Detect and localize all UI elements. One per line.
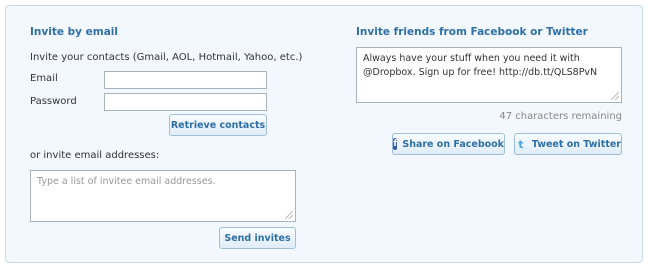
invitee-addresses-placeholder: Type a list of invitee email addresses. <box>37 176 216 187</box>
tweet-on-twitter-label: Tweet on Twitter <box>531 138 621 150</box>
retrieve-contacts-button[interactable]: Retrieve contacts <box>169 114 267 136</box>
password-label: Password <box>30 96 77 107</box>
invitee-addresses-textarea[interactable]: Type a list of invitee email addresses. <box>30 170 296 222</box>
email-label: Email <box>30 73 58 84</box>
contacts-intro-text: Invite your contacts (Gmail, AOL, Hotmai… <box>30 52 303 63</box>
share-message-textarea[interactable]: Always have your stuff when you need it … <box>356 47 622 103</box>
password-field[interactable] <box>104 93 267 111</box>
share-on-facebook-label: Share on Facebook <box>402 138 504 150</box>
characters-remaining: 47 characters remaining <box>499 111 622 122</box>
facebook-icon: f <box>393 138 398 150</box>
send-invites-button[interactable]: Send invites <box>219 227 296 249</box>
invite-social-title: Invite friends from Facebook or Twitter <box>356 26 588 38</box>
email-field[interactable] <box>104 71 267 89</box>
or-invite-label: or invite email addresses: <box>30 150 160 161</box>
tweet-on-twitter-button[interactable]: t Tweet on Twitter <box>514 133 622 155</box>
share-message-text: Always have your stuff when you need it … <box>363 53 598 78</box>
resize-grip-icon[interactable] <box>611 92 619 100</box>
share-on-facebook-button[interactable]: f Share on Facebook <box>392 133 505 155</box>
twitter-icon: t <box>518 137 524 151</box>
invite-by-email-title: Invite by email <box>30 26 118 38</box>
resize-grip-icon[interactable] <box>285 211 293 219</box>
